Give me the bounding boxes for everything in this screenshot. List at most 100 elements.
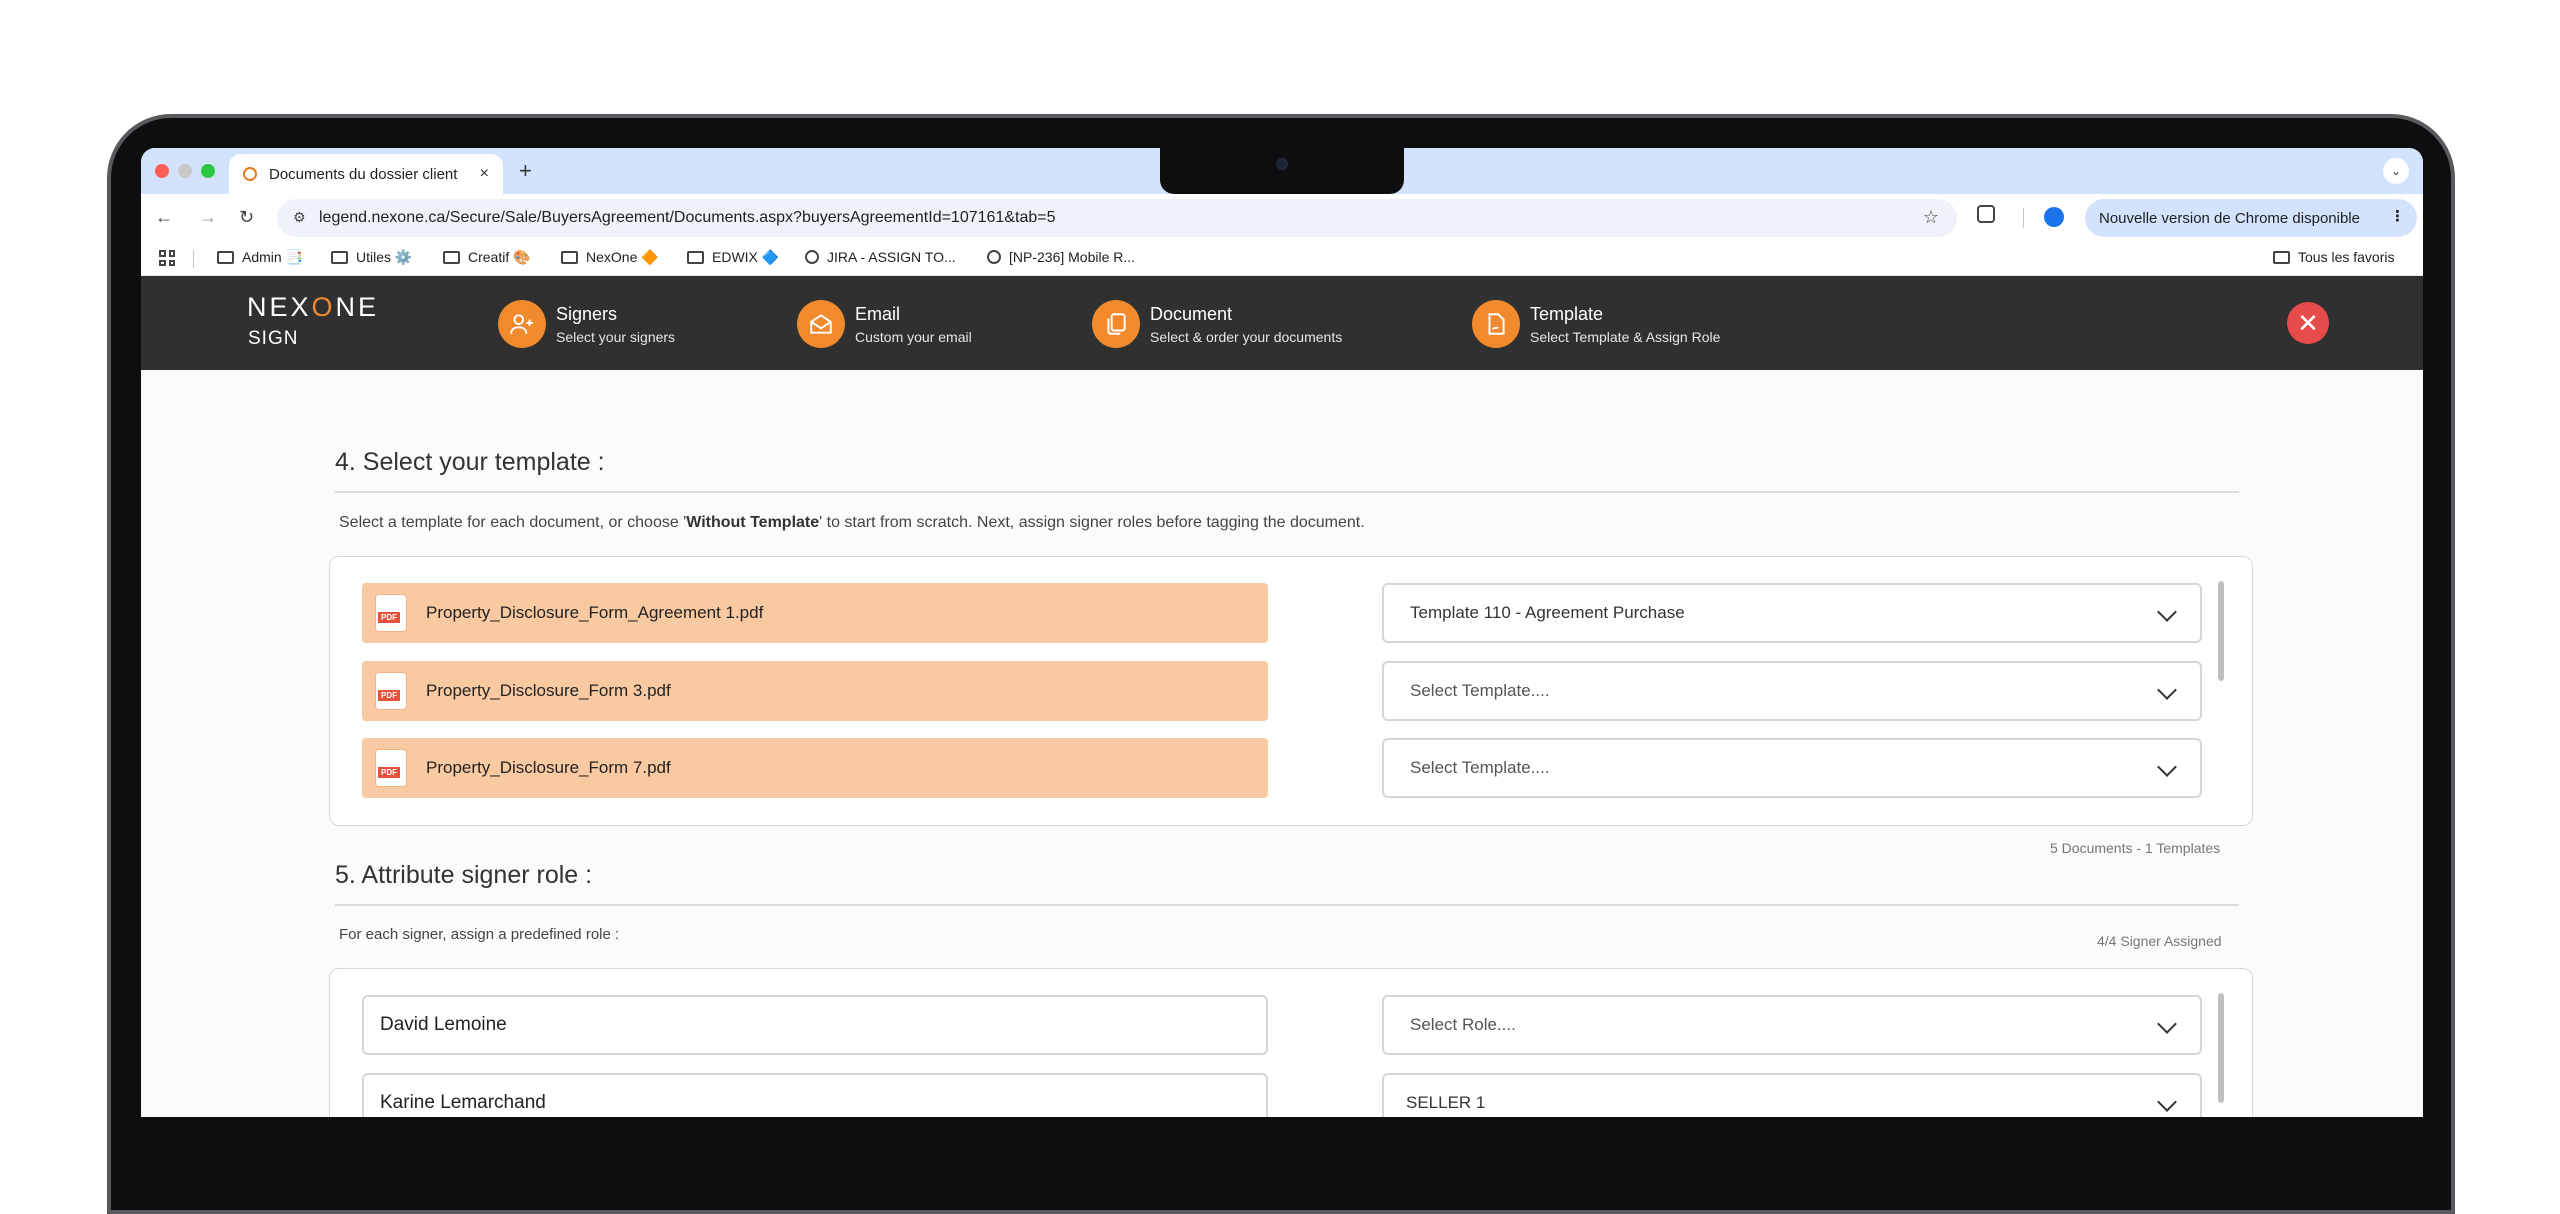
bookmark-label: Admin 📑 [242,249,304,265]
step-document[interactable]: Document Select & order your documents [1092,300,1342,348]
step-title: Email [855,303,901,324]
chevron-down-icon [2157,757,2177,777]
signer-name: David Lemoine [380,1014,507,1035]
new-tab-button[interactable]: + [519,158,532,184]
pdf-file-icon: PDF [376,673,406,709]
signer-name-field: David Lemoine [362,995,1268,1055]
role-select[interactable]: SELLER 1 [1382,1073,2202,1117]
browser-tab[interactable]: Documents du dossier client × [229,154,503,194]
add-user-icon [498,300,546,348]
documents-summary: 5 Documents - 1 Templates [2050,840,2221,856]
role-select-value: SELLER 1 [1406,1093,1486,1112]
url-text: legend.nexone.ca/Secure/Sale/BuyersAgree… [319,209,1056,226]
bookmarks-bar: Admin 📑 Utiles ⚙️ Creatif 🎨 NexOne 🔶 EDW… [141,240,2423,276]
jira-icon [805,250,819,264]
chrome-update-button[interactable]: Nouvelle version de Chrome disponible ⋮ [2085,199,2417,237]
forward-arrow-icon[interactable]: → [199,207,217,228]
tab-title: Documents du dossier client [269,165,458,183]
step-subtitle: Select & order your documents [1150,328,1343,345]
bookmark-edwix[interactable]: EDWIX 🔷 [687,249,779,266]
document-row: PDF Property_Disclosure_Form 7.pdf [362,738,1268,798]
document-name: Property_Disclosure_Form 3.pdf [426,681,671,700]
extensions-icon[interactable] [1977,205,1995,223]
folder-icon [2273,250,2290,264]
profile-avatar-icon[interactable] [2044,207,2064,227]
close-icon[interactable]: ✕ [2287,302,2329,344]
nexone-logo: NEXONE [247,292,380,322]
role-select-value: Select Role.... [1410,1015,1516,1034]
documents-icon [1092,300,1140,348]
folder-icon [331,251,348,264]
role-section-title: 5. Attribute signer role : [335,861,593,889]
bookmark-jira-assign[interactable]: JIRA - ASSIGN TO... [805,249,956,265]
site-settings-icon[interactable]: ⚙ [293,209,306,226]
camera-notch [1160,148,1404,194]
template-select[interactable]: Select Template.... [1382,661,2202,721]
folder-icon [561,251,578,264]
back-arrow-icon[interactable]: ← [155,207,173,228]
role-section-description: For each signer, assign a predefined rol… [339,926,620,943]
bookmark-np-236[interactable]: [NP-236] Mobile R... [987,249,1135,265]
app-header: NEXONE SIGN Signers Select your signers E… [141,276,2423,370]
apps-grid-icon[interactable] [159,250,175,266]
signer-name-field: Karine Lemarchand [362,1073,1268,1117]
camera-icon [1276,158,1288,170]
envelope-icon [797,300,845,348]
step-title: Document [1150,303,1233,324]
bookmark-admin[interactable]: Admin 📑 [217,249,303,266]
tab-search-chevron-icon[interactable]: ⌄ [2383,158,2409,184]
template-panel-scrollbar[interactable] [2218,581,2224,681]
maximize-window-button[interactable] [201,164,215,178]
chevron-down-icon [2157,680,2177,700]
folder-icon [687,251,704,264]
step-subtitle: Select your signers [556,328,676,345]
bookmark-utiles[interactable]: Utiles ⚙️ [331,249,412,266]
address-bar[interactable]: ⚙ legend.nexone.ca/Secure/Sale/BuyersAgr… [277,199,1957,237]
chevron-down-icon [2157,1014,2177,1034]
bookmark-star-icon[interactable]: ☆ [1923,207,1939,228]
bookmark-nexone[interactable]: NexOne 🔶 [561,249,659,266]
update-label: Nouvelle version de Chrome disponible [2099,209,2360,227]
signer-name: Karine Lemarchand [380,1092,546,1113]
section-divider [335,904,2239,906]
bookmark-label: NexOne 🔶 [586,249,659,265]
step-template[interactable]: Template Select Template & Assign Role [1472,300,1720,348]
close-window-button[interactable] [155,164,169,178]
folder-icon [217,251,234,264]
section-divider [335,491,2239,493]
role-panel-scrollbar[interactable] [2218,993,2224,1103]
signers-assigned-count: 4/4 Signer Assigned [2097,933,2222,949]
template-select-value: Template 110 - Agreement Purchase [1410,603,1685,622]
template-select[interactable]: Template 110 - Agreement Purchase [1382,583,2202,643]
pdf-file-icon: PDF [376,750,406,786]
reload-icon[interactable]: ↻ [239,207,254,228]
step-title: Template [1530,303,1604,324]
template-select-value: Select Template.... [1410,758,1550,777]
logo-sign-label: SIGN [248,328,299,349]
template-select[interactable]: Select Template.... [1382,738,2202,798]
browser-toolbar: ← → ↻ ⚙ legend.nexone.ca/Secure/Sale/Buy… [141,194,2423,240]
template-select-value: Select Template.... [1410,681,1550,700]
bookmark-all-favorites[interactable]: Tous les favoris [2273,249,2394,265]
chevron-down-icon [2157,602,2177,622]
role-panel: David Lemoine Select Role.... Karine Lem… [329,968,2253,1117]
minimize-window-button[interactable] [178,164,192,178]
bookmark-label: EDWIX 🔷 [712,249,780,265]
bookmark-label: [NP-236] Mobile R... [1009,249,1136,265]
step-email[interactable]: Email Custom your email [797,300,972,348]
document-name: Property_Disclosure_Form_Agreement 1.pdf [426,603,764,622]
step-subtitle: Select Template & Assign Role [1530,328,1721,345]
bookmark-label: Creatif 🎨 [468,249,531,265]
jira-icon [987,250,1001,264]
step-signers[interactable]: Signers Select your signers [498,300,675,348]
bookmark-creatif[interactable]: Creatif 🎨 [443,249,531,266]
document-row: PDF Property_Disclosure_Form 3.pdf [362,661,1268,721]
chevron-down-icon [2157,1092,2177,1112]
more-vert-icon[interactable]: ⋮ [2390,207,2405,225]
bookmark-label: Utiles ⚙️ [356,249,413,265]
toolbar-divider [2023,208,2024,228]
nexone-favicon-icon [243,167,257,181]
window-controls [155,164,215,178]
tab-close-icon[interactable]: × [480,165,489,183]
role-select[interactable]: Select Role.... [1382,995,2202,1055]
